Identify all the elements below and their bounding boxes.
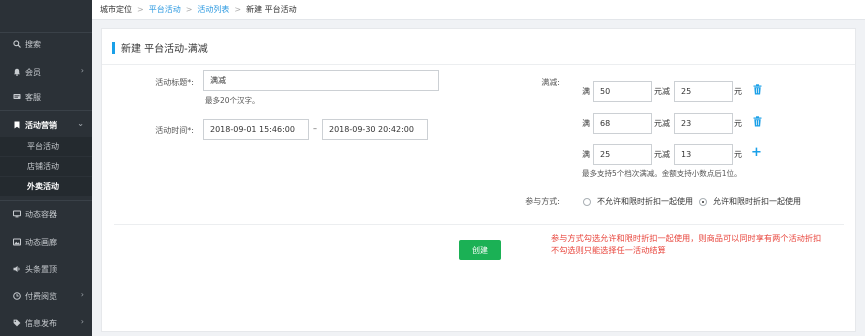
breadcrumb-platform-link[interactable]: 平台活动 bbox=[149, 4, 181, 15]
time-field-label: 活动时间*: bbox=[155, 126, 194, 135]
sidebar-item-label: 客服 bbox=[25, 92, 41, 102]
tier-1-minus-input[interactable]: 25 bbox=[674, 81, 733, 102]
sidebar-item-service[interactable]: 客服 bbox=[0, 86, 92, 108]
tier-prefix: 满 bbox=[582, 150, 590, 159]
tag-icon bbox=[12, 319, 21, 328]
tier-mid: 元减 bbox=[654, 87, 670, 96]
title-accent-bar bbox=[112, 41, 115, 54]
sidebar-item-gallery[interactable]: 动态画廊 bbox=[0, 231, 92, 253]
chat-icon bbox=[12, 93, 21, 102]
bookmark-icon bbox=[12, 121, 21, 130]
add-tier-icon[interactable]: + bbox=[751, 146, 762, 159]
sidebar-header bbox=[0, 0, 92, 33]
radio-unchecked[interactable] bbox=[583, 197, 591, 206]
sidebar-item-label: 头条置顶 bbox=[25, 264, 57, 274]
tier-prefix: 满 bbox=[582, 87, 590, 96]
sidebar-item-paid-reading[interactable]: 付费阅览 › bbox=[0, 285, 92, 307]
time-range-separator: – bbox=[313, 124, 317, 133]
sidebar-item-label: 活动营销 bbox=[25, 120, 57, 130]
breadcrumb-current: 新建 平台活动 bbox=[246, 5, 297, 14]
page-title-text: 新建 平台活动-满减 bbox=[121, 44, 208, 55]
sidebar-subitem-label: 店铺活动 bbox=[27, 162, 59, 171]
clock-icon bbox=[12, 292, 21, 301]
sidebar-subitem-shop[interactable]: 店铺活动 bbox=[0, 157, 92, 176]
start-time-field[interactable]: 2018-09-01 15:46:00 bbox=[203, 119, 309, 140]
delete-tier-icon[interactable] bbox=[753, 116, 763, 128]
title-hint: 最多20个汉字。 bbox=[205, 96, 260, 105]
sidebar-item-label: 会员 bbox=[25, 67, 41, 77]
mode-option-label: 允许和限时折扣一起使用 bbox=[713, 197, 801, 206]
sidebar-item-label: 动态容器 bbox=[25, 209, 57, 219]
tier-suffix: 元 bbox=[734, 119, 742, 128]
sidebar-item-search[interactable]: 搜索 bbox=[0, 33, 92, 55]
breadcrumb: 城市定位 > 平台活动 > 活动列表 > 新建 平台活动 bbox=[92, 0, 865, 20]
form-divider bbox=[114, 224, 844, 225]
image-icon bbox=[12, 238, 21, 247]
annotation-line-1: 参与方式勾选允许和限时折扣一起使用，则商品可以同时享有两个活动折扣 bbox=[551, 233, 822, 243]
sidebar-subitem-takeout[interactable]: 外卖活动 bbox=[0, 177, 92, 196]
monitor-icon bbox=[12, 210, 21, 219]
radio-checked[interactable] bbox=[699, 197, 707, 206]
sidebar-item-label: 动态画廊 bbox=[25, 237, 57, 247]
breadcrumb-separator: > bbox=[185, 5, 193, 14]
tier-1-full-input[interactable]: 50 bbox=[593, 81, 652, 102]
tier-suffix: 元 bbox=[734, 150, 742, 159]
breadcrumb-city[interactable]: 城市定位 bbox=[100, 4, 132, 15]
mode-option-disallow[interactable]: 不允许和限时折扣一起使用 bbox=[583, 196, 693, 207]
sidebar-item-label: 付费阅览 bbox=[25, 291, 57, 301]
tier-3-minus-input[interactable]: 13 bbox=[674, 144, 733, 165]
mode-option-label: 不允许和限时折扣一起使用 bbox=[597, 197, 693, 206]
sidebar-item-info-publish[interactable]: 信息发布 › bbox=[0, 312, 92, 334]
create-button[interactable]: 创建 bbox=[459, 240, 501, 260]
tier-2-full-input[interactable]: 68 bbox=[593, 113, 652, 134]
chevron-down-icon: ⌄ bbox=[77, 119, 84, 128]
tier-2-minus-input[interactable]: 23 bbox=[674, 113, 733, 134]
sidebar-divider bbox=[0, 200, 92, 201]
breadcrumb-separator: > bbox=[234, 5, 242, 14]
sidebar-divider bbox=[0, 110, 92, 111]
mode-label: 参与方式: bbox=[525, 197, 560, 206]
chevron-right-icon: › bbox=[80, 317, 84, 326]
end-time-field[interactable]: 2018-09-30 20:42:00 bbox=[322, 119, 428, 140]
title-field-label: 活动标题*: bbox=[155, 78, 194, 87]
sidebar-item-label: 信息发布 bbox=[25, 318, 57, 328]
tier-mid: 元减 bbox=[654, 119, 670, 128]
form-panel: 新建 平台活动-满减 活动标题*: 满减 最多20个汉字。 活动时间*: 201… bbox=[101, 28, 856, 332]
chevron-right-icon: › bbox=[80, 66, 84, 75]
title-field[interactable]: 满减 bbox=[203, 70, 439, 91]
discount-label: 满减: bbox=[541, 78, 560, 87]
chevron-right-icon: › bbox=[80, 290, 84, 299]
sidebar-item-member[interactable]: 会员 › bbox=[0, 61, 92, 83]
search-icon bbox=[12, 40, 21, 49]
page-title: 新建 平台活动-满减 bbox=[112, 40, 208, 55]
sidebar-subitem-label: 平台活动 bbox=[27, 142, 59, 151]
annotation-line-2: 不勾选则只能选择任一活动结算 bbox=[551, 245, 666, 255]
bell-icon bbox=[12, 68, 21, 77]
annotation-note: 参与方式勾选允许和限时折扣一起使用，则商品可以同时享有两个活动折扣 不勾选则只能… bbox=[551, 232, 856, 256]
sidebar-item-headline[interactable]: 头条置顶 bbox=[0, 258, 92, 280]
sidebar-subitem-label: 外卖活动 bbox=[27, 182, 59, 191]
speaker-icon bbox=[12, 265, 21, 274]
sidebar-item-container[interactable]: 动态容器 bbox=[0, 203, 92, 225]
breadcrumb-list-link[interactable]: 活动列表 bbox=[197, 4, 229, 15]
tier-hint: 最多支持5个档次满减。金额支持小数点后1位。 bbox=[582, 169, 742, 178]
title-divider bbox=[102, 64, 855, 65]
tier-prefix: 满 bbox=[582, 119, 590, 128]
mode-option-allow[interactable]: 允许和限时折扣一起使用 bbox=[699, 196, 801, 207]
sidebar-item-label: 搜索 bbox=[25, 39, 41, 49]
tier-3-full-input[interactable]: 25 bbox=[593, 144, 652, 165]
sidebar-subitem-platform[interactable]: 平台活动 bbox=[0, 137, 92, 156]
sidebar: 搜索 会员 › 客服 活动营销 ⌄ 平台活动 店铺活动 外卖活动 动态容器 动态… bbox=[0, 0, 92, 336]
delete-tier-icon[interactable] bbox=[753, 84, 763, 96]
breadcrumb-separator: > bbox=[137, 5, 144, 14]
sidebar-item-marketing[interactable]: 活动营销 ⌄ bbox=[0, 114, 92, 136]
tier-suffix: 元 bbox=[734, 87, 742, 96]
tier-mid: 元减 bbox=[654, 150, 670, 159]
